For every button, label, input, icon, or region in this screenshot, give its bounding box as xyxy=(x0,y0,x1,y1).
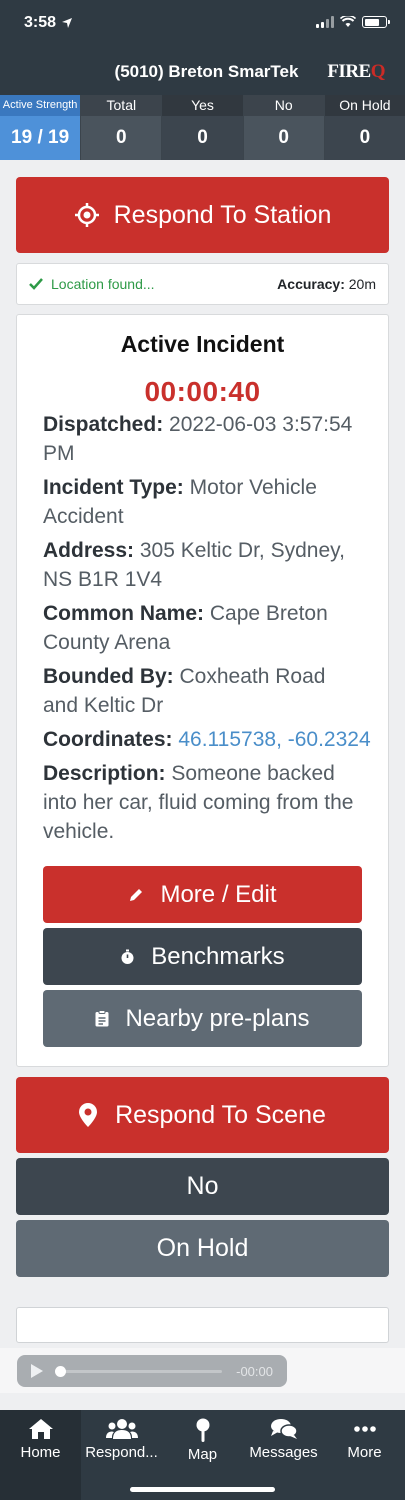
respond-to-scene-button[interactable]: Respond To Scene xyxy=(16,1077,389,1153)
incident-type-field: Incident Type: Motor Vehicle Accident xyxy=(43,476,317,528)
address-field: Address: 305 Keltic Dr, Sydney, NS B1R 1… xyxy=(43,539,345,591)
common-name-field: Common Name: Cape Breton County Arena xyxy=(43,602,328,654)
status-time: 3:58 xyxy=(24,14,73,32)
home-icon xyxy=(28,1419,53,1439)
check-icon xyxy=(29,278,43,290)
audio-time: -00:00 xyxy=(236,1363,273,1379)
location-arrow-icon xyxy=(62,18,73,28)
coordinates-link[interactable]: 46.115738, -60.2324 xyxy=(178,728,370,751)
play-icon[interactable] xyxy=(31,1364,43,1378)
home-indicator xyxy=(130,1487,275,1492)
fireq-logo: FIREQ xyxy=(327,61,385,82)
dots-icon xyxy=(353,1426,376,1432)
accuracy: Accuracy: 20m xyxy=(277,276,376,292)
clipboard-icon xyxy=(95,1010,109,1027)
benchmarks-button[interactable]: Benchmarks xyxy=(43,928,362,985)
audio-player: -00:00 xyxy=(17,1355,287,1387)
people-icon xyxy=(105,1419,138,1439)
on-hold-button[interactable]: On Hold xyxy=(16,1220,389,1277)
nearby-preplans-button[interactable]: Nearby pre-plans xyxy=(43,990,362,1047)
stat-active-strength: Active Strength 19 / 19 xyxy=(0,95,82,160)
map-marker-icon xyxy=(79,1103,98,1127)
description-field: Description: Someone backed into her car… xyxy=(43,762,354,843)
location-status: Location found... Accuracy: 20m xyxy=(16,263,389,305)
coordinates-field: Coordinates: 46.115738, -60.2324 xyxy=(43,728,371,751)
tab-home[interactable]: Home xyxy=(0,1410,81,1500)
location-found-text: Location found... xyxy=(51,276,155,292)
stat-total: Total 0 xyxy=(81,95,163,160)
battery-icon xyxy=(362,16,390,28)
stat-no: No 0 xyxy=(243,95,325,160)
active-incident-card: Active Incident 00:00:40 Dispatched: 202… xyxy=(16,314,389,1067)
chat-icon xyxy=(270,1419,298,1439)
incident-timer: 00:00:40 xyxy=(144,376,261,407)
pin-icon xyxy=(196,1418,209,1442)
tab-more[interactable]: More xyxy=(324,1410,405,1500)
stat-yes: Yes 0 xyxy=(162,95,244,160)
stat-on-hold: On Hold 0 xyxy=(324,95,405,160)
dispatched-field: Dispatched: 2022-06-03 3:57:54 PM xyxy=(43,413,353,465)
no-button[interactable]: No xyxy=(16,1158,389,1215)
seek-knob[interactable] xyxy=(55,1365,66,1377)
respond-to-station-button[interactable]: Respond To Station xyxy=(16,177,389,253)
response-stats: Active Strength 19 / 19 Total 0 Yes 0 No… xyxy=(0,95,405,160)
signal-icon xyxy=(316,16,334,28)
audio-player-area: -00:00 xyxy=(0,1348,405,1393)
pencil-icon xyxy=(130,888,143,901)
wifi-icon xyxy=(340,16,356,27)
status-icons xyxy=(316,16,390,28)
top-bar: 3:58 (5010) Breton SmarTek FIREQ xyxy=(0,0,405,95)
empty-panel xyxy=(16,1307,389,1343)
more-edit-button[interactable]: More / Edit xyxy=(43,866,362,923)
audio-seek-bar[interactable] xyxy=(55,1365,223,1377)
bounded-by-field: Bounded By: Coxheath Road and Keltic Dr xyxy=(43,665,326,717)
incident-title: Active Incident xyxy=(120,331,285,357)
stopwatch-icon xyxy=(121,949,134,964)
crosshair-icon xyxy=(74,203,99,227)
